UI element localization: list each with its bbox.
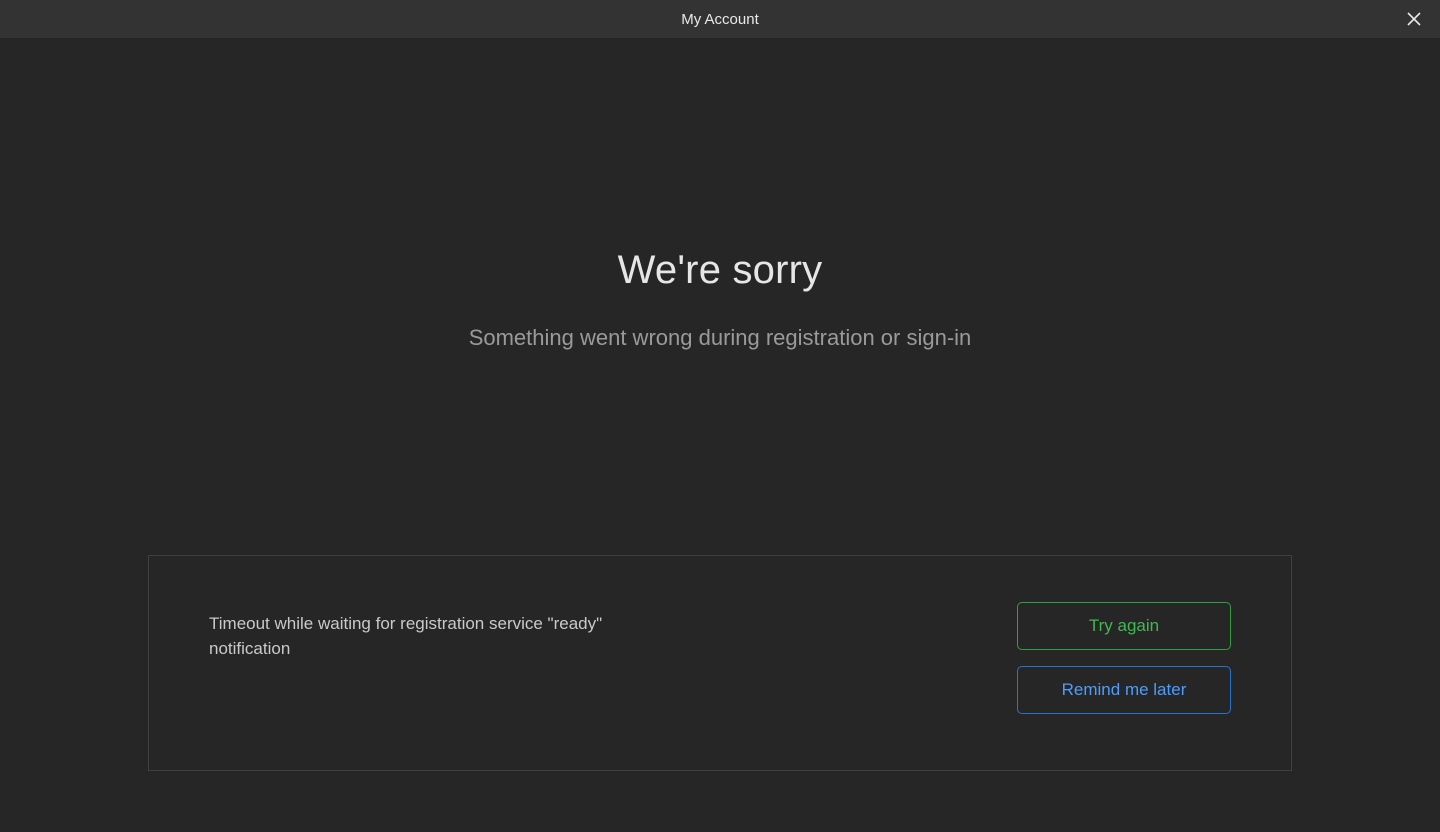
- try-again-button[interactable]: Try again: [1017, 602, 1231, 650]
- close-button[interactable]: [1398, 3, 1430, 35]
- title-bar: My Account: [0, 0, 1440, 38]
- error-subheading: Something went wrong during registration…: [0, 325, 1440, 351]
- error-heading: We're sorry: [0, 248, 1440, 293]
- action-buttons: Try again Remind me later: [1017, 602, 1231, 714]
- main-content: We're sorry Something went wrong during …: [0, 38, 1440, 351]
- error-detail-panel: Timeout while waiting for registration s…: [148, 555, 1292, 771]
- window-title: My Account: [681, 11, 759, 28]
- error-message: Timeout while waiting for registration s…: [209, 612, 649, 661]
- close-icon: [1407, 12, 1421, 26]
- remind-later-button[interactable]: Remind me later: [1017, 666, 1231, 714]
